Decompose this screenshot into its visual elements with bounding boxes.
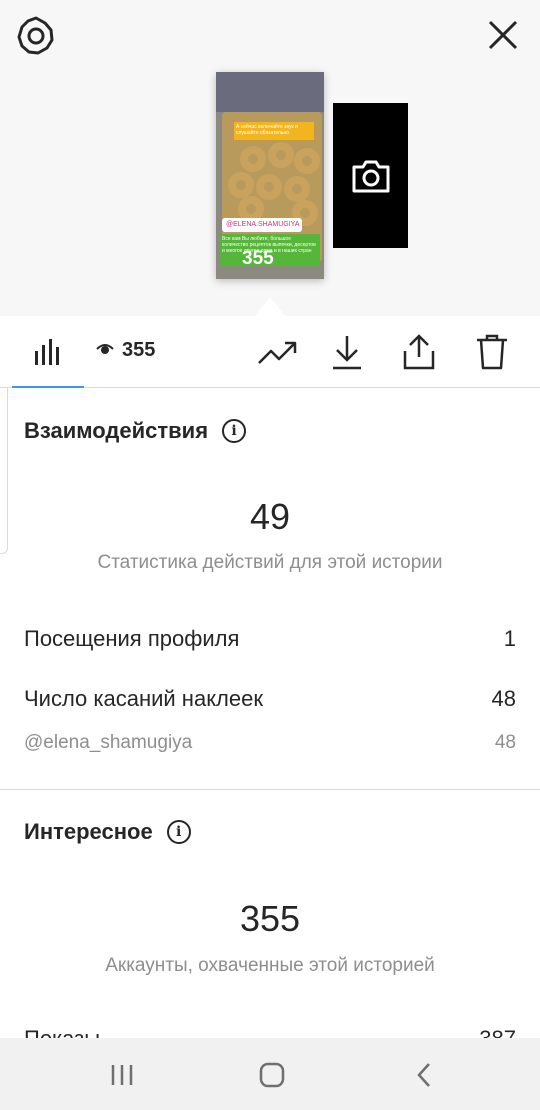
row-value: 1: [503, 626, 516, 651]
download-icon[interactable]: [330, 332, 364, 372]
discovery-caption: Аккаунты, охваченные этой историей: [105, 955, 435, 976]
bagel: [256, 174, 282, 200]
home-icon[interactable]: [250, 1060, 294, 1090]
story-preview-area: А сейчас включайте звук и слушайте обяза…: [0, 0, 540, 317]
mention-username: @elena_shamugiya: [24, 732, 193, 753]
sticker-taps-row: Число касаний наклеек 48: [24, 686, 516, 712]
bagel: [228, 172, 254, 198]
interactions-total: 49: [249, 496, 291, 537]
interactions-title: Взаимодействия: [24, 418, 209, 443]
row-label: Посещения профиля: [24, 626, 240, 651]
viewers-tab[interactable]: 355: [96, 339, 155, 362]
trending-icon[interactable]: [256, 336, 298, 368]
close-icon[interactable]: [486, 18, 520, 52]
mention-sticker: @ELENA.SHAMUGIYA: [222, 218, 302, 232]
bagel: [294, 148, 320, 174]
interactions-caption: Статистика действий для этой истории: [97, 552, 443, 573]
row-label: Число касаний наклеек: [24, 686, 263, 711]
eye-icon: [96, 339, 114, 362]
settings-gear-icon[interactable]: [16, 16, 56, 56]
bagel: [284, 176, 310, 202]
story-thumbnail[interactable]: А сейчас включайте звук и слушайте обяза…: [216, 72, 324, 279]
back-icon[interactable]: [402, 1060, 446, 1090]
info-icon[interactable]: i: [166, 820, 191, 844]
info-icon[interactable]: i: [222, 419, 247, 443]
share-icon[interactable]: [400, 332, 438, 372]
views-overlay: 355: [242, 248, 274, 269]
profile-visits-row: Посещения профиля 1: [24, 626, 516, 652]
insights-toolbar: 355: [0, 316, 540, 388]
bagel: [240, 146, 266, 172]
active-tab-indicator: [12, 386, 84, 388]
discovery-header: Интересное i: [24, 819, 191, 845]
section-divider: [0, 789, 540, 790]
bagel: [268, 142, 294, 168]
mention-taps-row[interactable]: @elena_shamugiya 48: [24, 732, 516, 754]
insights-bar-chart-icon[interactable]: [30, 336, 64, 368]
selection-pointer: [254, 297, 286, 317]
system-navigation-bar: [0, 1038, 540, 1110]
story-text-banner: А сейчас включайте звук и слушайте обяза…: [234, 122, 314, 140]
recent-apps-icon[interactable]: [100, 1060, 144, 1090]
discovery-total: 355: [239, 898, 301, 939]
add-story-camera-card[interactable]: [333, 103, 408, 248]
lavender-decoration: [216, 72, 324, 112]
camera-icon: [352, 160, 389, 192]
mention-taps-value: 48: [494, 732, 516, 753]
discovery-title: Интересное: [24, 819, 153, 844]
viewers-count: 355: [122, 339, 156, 361]
delete-trash-icon[interactable]: [474, 332, 510, 372]
interactions-header: Взаимодействия i: [24, 418, 247, 444]
row-value: 48: [491, 686, 516, 711]
